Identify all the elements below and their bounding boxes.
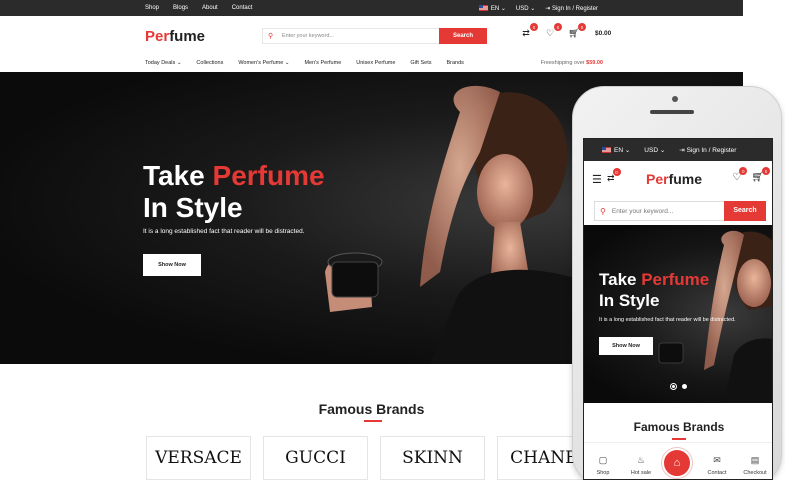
mobile-top-bar: EN ⌄ USD ⌄ ⇥ Sign In / Register xyxy=(584,139,772,161)
compare-count-badge: 0 xyxy=(612,168,621,176)
home-icon: ⌂ xyxy=(673,457,681,469)
shop-icon: ▢ xyxy=(598,455,608,465)
site-header: Perfume ⚲ Enter your keyword... Search ⇄… xyxy=(0,16,743,56)
tab-checkout[interactable]: ▤ Checkout xyxy=(736,443,772,479)
nav-item-unisex-perfume[interactable]: Unisex Perfume xyxy=(356,60,395,66)
tab-shop[interactable]: ▢ Shop xyxy=(584,443,622,479)
heading-underline xyxy=(364,420,382,422)
tab-hot-sale[interactable]: ♨ Hot sale xyxy=(622,443,660,479)
topbar-link-contact[interactable]: Contact xyxy=(232,5,253,11)
mobile-show-now-button[interactable]: Show Now xyxy=(599,337,653,355)
top-bar: Shop Blogs About Contact EN ⌄ USD ⌄ ⇥ Si… xyxy=(0,0,743,16)
us-flag-icon xyxy=(602,147,611,154)
account-link[interactable]: ⇥ Sign In / Register xyxy=(545,5,598,12)
phone-camera xyxy=(672,96,678,102)
mobile-hero-model-image xyxy=(658,230,772,403)
topbar-link-shop[interactable]: Shop xyxy=(145,5,159,11)
login-icon: ⇥ xyxy=(679,147,685,154)
brand-versace[interactable]: VERSACE xyxy=(146,436,251,480)
mobile-brands-heading: Famous Brands xyxy=(633,420,725,434)
compare-icon[interactable]: ⇄ 0 xyxy=(607,168,621,184)
brand-gucci[interactable]: GUCCI xyxy=(263,436,368,480)
chevron-down-icon: ⌄ xyxy=(284,60,290,66)
cart-icon[interactable]: 🛒︎ 0 xyxy=(568,23,586,39)
mail-icon: ✉ xyxy=(713,455,721,465)
search-bar: ⚲ Enter your keyword... Search xyxy=(262,27,487,44)
wishlist-icon[interactable]: ♡ 0 xyxy=(732,167,748,183)
fire-icon: ♨ xyxy=(636,455,646,465)
mobile-search-input[interactable]: Enter your keyword... xyxy=(606,208,724,215)
mobile-account-link[interactable]: ⇥ Sign In / Register xyxy=(679,146,736,154)
nav-item-collections[interactable]: Collections xyxy=(196,60,223,66)
mobile-language-selector[interactable]: EN ⌄ xyxy=(602,146,630,154)
cart-icon[interactable]: 🛒︎ 0 xyxy=(751,167,770,183)
mobile-search-bar: ⚲ Enter your keyword... Search xyxy=(594,200,766,221)
hero-title: Take Perfume In Style xyxy=(143,160,325,223)
cart-total: $0.00 xyxy=(595,30,612,37)
bag-icon: ▤ xyxy=(750,455,760,465)
wishlist-count-badge: 0 xyxy=(739,167,748,175)
free-shipping-notice: Freeshipping over $59.00 xyxy=(540,60,603,66)
mobile-search-button[interactable]: Search xyxy=(724,200,766,221)
carousel-dot-2[interactable] xyxy=(682,384,687,389)
mobile-logo[interactable]: Perfume xyxy=(646,171,702,187)
wishlist-icon[interactable]: ♡ 0 xyxy=(544,23,562,39)
phone-speaker xyxy=(650,110,694,114)
mobile-header: ☰ ⇄ 0 Perfume ♡ 0 🛒︎ 0 xyxy=(584,161,772,197)
cart-count-badge: 0 xyxy=(578,23,586,31)
show-now-button[interactable]: Show Now xyxy=(143,254,201,276)
compare-count-badge: 0 xyxy=(530,23,538,31)
home-button[interactable]: ⌂ xyxy=(662,448,692,478)
nav-item-womens-perfume[interactable]: Women's Perfume ⌄ xyxy=(238,60,289,66)
chevron-down-icon: ⌄ xyxy=(530,5,536,12)
topbar-link-about[interactable]: About xyxy=(202,5,218,11)
language-selector[interactable]: EN ⌄ xyxy=(478,4,506,12)
main-nav: Today Deals ⌄ Collections Women's Perfum… xyxy=(0,56,743,70)
nav-item-mens-perfume[interactable]: Men's Perfume xyxy=(304,60,341,66)
mobile-bottom-nav: ▢ Shop ♨ Hot sale ✉ Contact ▤ Checkout ⌂ xyxy=(584,442,772,479)
mobile-hero-banner: Take Perfume In Style It is a long establ… xyxy=(584,225,772,403)
tab-contact[interactable]: ✉ Contact xyxy=(698,443,736,479)
wishlist-count-badge: 0 xyxy=(554,23,562,31)
mobile-screen: EN ⌄ USD ⌄ ⇥ Sign In / Register ☰ ⇄ 0 Per… xyxy=(583,138,773,480)
mobile-hero-subtitle: It is a long established fact that reade… xyxy=(599,317,736,323)
nav-item-brands[interactable]: Brands xyxy=(447,60,464,66)
brand-skinn[interactable]: SKINN xyxy=(380,436,485,480)
cart-count-badge: 0 xyxy=(762,167,770,175)
nav-item-gift-sets[interactable]: Gift Sets xyxy=(410,60,431,66)
search-icon: ⚲ xyxy=(268,33,274,40)
heading-underline xyxy=(672,438,686,440)
compare-icon[interactable]: ⇄ 0 xyxy=(520,23,538,39)
menu-icon[interactable]: ☰ xyxy=(592,173,602,186)
chevron-down-icon: ⌄ xyxy=(176,60,182,66)
search-input[interactable]: Enter your keyword... xyxy=(278,33,439,39)
hero-subtitle: It is a long established fact that reade… xyxy=(143,228,305,235)
topbar-link-blogs[interactable]: Blogs xyxy=(173,5,188,11)
us-flag-icon xyxy=(478,4,488,11)
login-icon: ⇥ xyxy=(545,5,551,12)
header-icons: ⇄ 0 ♡ 0 🛒︎ 0 $0.00 xyxy=(520,23,612,39)
mobile-hero-title: Take Perfume In Style xyxy=(599,270,710,310)
carousel-dots xyxy=(670,383,687,390)
mobile-header-icons: ♡ 0 🛒︎ 0 xyxy=(732,167,770,183)
carousel-dot-1[interactable] xyxy=(670,383,677,390)
mobile-currency-selector[interactable]: USD ⌄ xyxy=(644,146,665,154)
site-logo[interactable]: Perfume xyxy=(145,28,205,45)
search-button[interactable]: Search xyxy=(439,27,487,44)
nav-item-today-deals[interactable]: Today Deals ⌄ xyxy=(145,60,181,66)
currency-selector[interactable]: USD ⌄ xyxy=(516,5,535,12)
chevron-down-icon: ⌄ xyxy=(500,5,506,12)
